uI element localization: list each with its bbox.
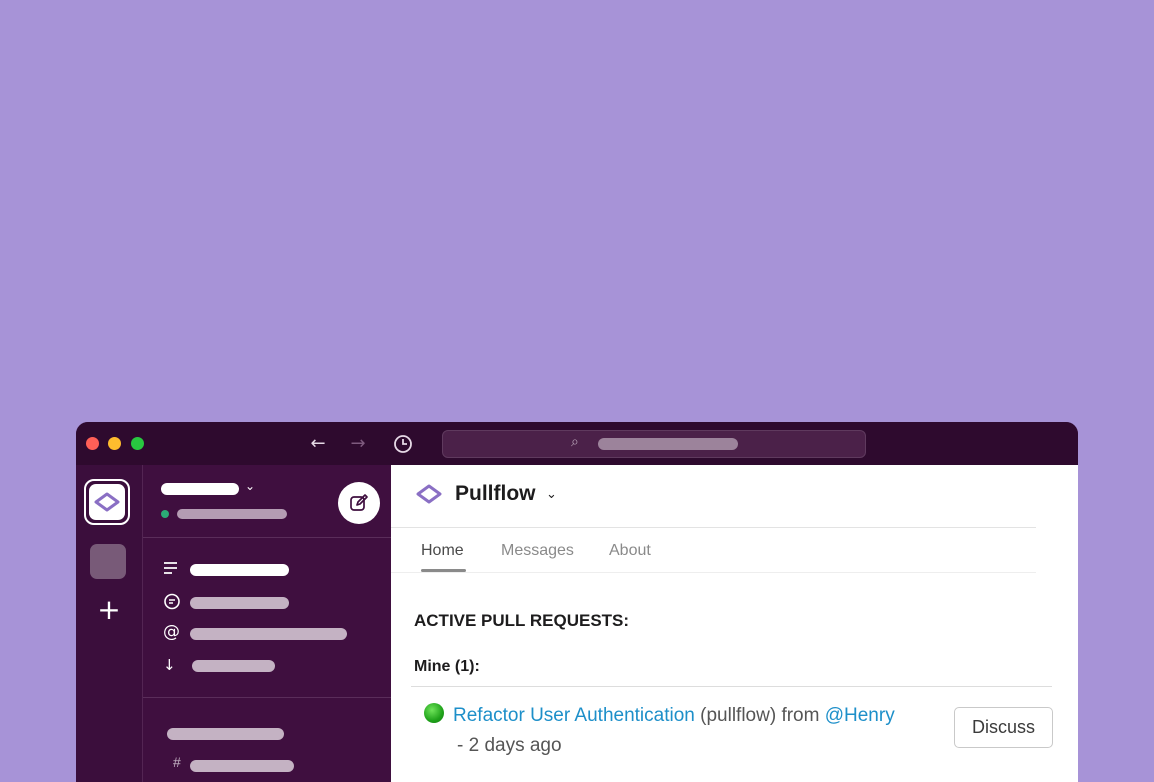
app-title[interactable]: Pullflow	[455, 482, 536, 506]
workspace-rail: +	[76, 465, 142, 782]
sidebar-item-label	[192, 660, 275, 672]
maximize-window-button[interactable]	[131, 437, 144, 450]
sidebar-divider	[143, 697, 392, 698]
pull-request-repo: (pullflow)	[700, 705, 777, 726]
group-divider	[411, 686, 1052, 687]
forward-arrow-icon[interactable]: →	[346, 432, 370, 456]
pull-request-title-link[interactable]: Refactor User Authentication	[453, 705, 695, 726]
download-arrow-icon: ↓	[163, 656, 176, 674]
chevron-down-icon[interactable]: ⌄	[245, 479, 255, 493]
sidebar-item-label	[190, 628, 347, 640]
tab-messages[interactable]: Messages	[501, 542, 574, 560]
message-bubble-icon	[163, 593, 181, 615]
at-sign-icon: @	[163, 622, 180, 642]
channel-hash-icon: #	[173, 754, 181, 770]
tab-home[interactable]: Home	[421, 542, 464, 560]
section-title: ACTIVE PULL REQUESTS:	[414, 611, 630, 630]
workspace-pullflow[interactable]	[84, 479, 130, 525]
pull-request-from: from	[781, 705, 820, 726]
pullflow-logo-icon	[415, 483, 443, 510]
search-bar[interactable]: ⌕	[442, 430, 866, 458]
group-label: Mine (1):	[414, 658, 480, 675]
pullflow-logo-icon	[89, 484, 125, 520]
compose-icon	[350, 494, 368, 511]
status-green-circle-icon	[424, 703, 444, 723]
sidebar-item-label	[190, 564, 289, 576]
presence-dot	[161, 510, 169, 518]
discuss-button[interactable]: Discuss	[954, 707, 1053, 748]
back-arrow-icon[interactable]: ←	[306, 432, 330, 456]
minimize-window-button[interactable]	[108, 437, 121, 450]
sidebar-item-label	[190, 597, 289, 609]
title-bar: ← → ⌕	[76, 422, 1078, 465]
app-window: ← → ⌕ + ⌄ @ ↓ # Pullflow ⌄ Home Messages…	[76, 422, 1078, 782]
app-home-panel: Pullflow ⌄ Home Messages About ACTIVE PU…	[391, 465, 1078, 782]
workspace-name[interactable]	[161, 483, 239, 495]
tabs-divider	[391, 572, 1036, 573]
history-clock-icon[interactable]	[391, 432, 415, 456]
tab-about[interactable]: About	[609, 542, 651, 560]
sidebar: ⌄ @ ↓ #	[142, 465, 392, 782]
compose-button[interactable]	[338, 482, 380, 524]
pull-request-summary: Refactor User Authentication (pullflow) …	[453, 705, 895, 727]
user-status	[177, 509, 287, 519]
search-placeholder-bar	[598, 438, 738, 450]
search-icon: ⌕	[571, 434, 579, 450]
pull-request-author-link[interactable]: @Henry	[825, 705, 895, 726]
sidebar-divider	[143, 537, 392, 538]
pull-request-time: - 2 days ago	[457, 735, 562, 756]
header-divider	[391, 527, 1036, 528]
chevron-down-icon[interactable]: ⌄	[546, 487, 557, 502]
close-window-button[interactable]	[86, 437, 99, 450]
threads-icon	[163, 561, 179, 579]
add-workspace-icon[interactable]: +	[94, 595, 124, 625]
workspace-secondary[interactable]	[90, 544, 126, 579]
sidebar-section-header[interactable]	[167, 728, 284, 740]
sidebar-channel-label[interactable]	[190, 760, 294, 772]
